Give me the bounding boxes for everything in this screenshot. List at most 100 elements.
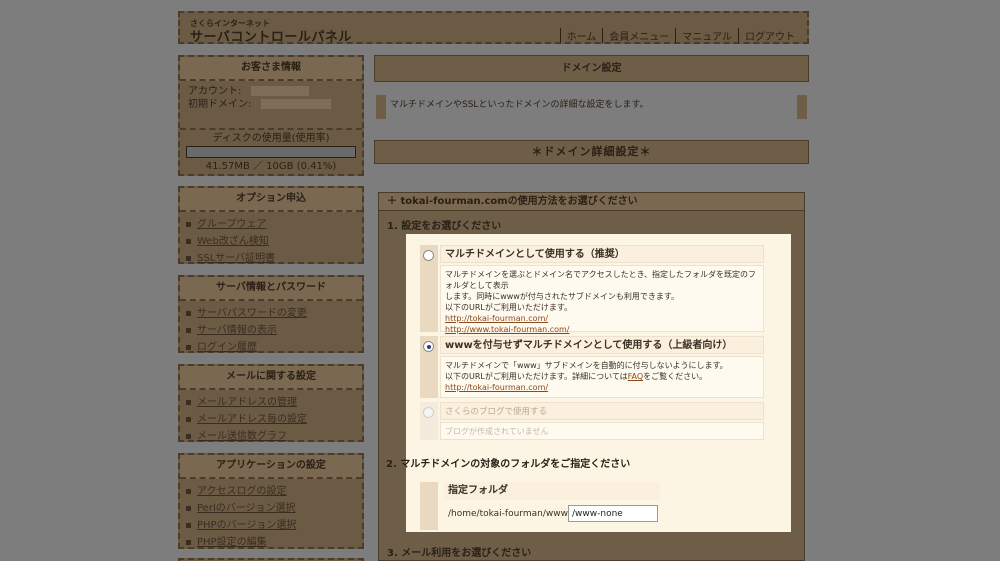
radio-no-www[interactable] [423,341,434,352]
faq-link[interactable]: FAQ [628,372,644,381]
bullet-icon [186,488,191,494]
account-details: アカウント: 初期ドメイン: [180,81,362,128]
sidebar-link-mail-settings[interactable]: メールアドレス毎の設定 [197,414,307,425]
header: さくらインターネット サーバコントロールパネル ホーム 会員メニュー マニュアル… [178,11,809,45]
bullet-icon [186,327,191,333]
sidebar-item[interactable]: メールアドレスの管理 [186,394,356,411]
sidebar-section-server: サーバ情報とパスワード サーバパスワードの変更 サーバ情報の表示 ログイン履歴 [178,275,364,353]
url-link[interactable]: http://www.tokai-fourman.com/ [445,325,570,334]
url-link[interactable]: http://tokai-fourman.com/ [445,383,548,392]
sidebar-link-login-history[interactable]: ログイン履歴 [197,342,257,353]
sidebar-link-password[interactable]: サーバパスワードの変更 [197,308,307,319]
sidebar-link-access-log[interactable]: アクセスログの設定 [197,486,287,497]
sidebar-link-php-version[interactable]: PHPのバージョン選択 [197,520,296,531]
sidebar-section-title: オプション申込 [180,188,362,212]
nav-logout[interactable]: ログアウト [738,28,801,43]
desc-left-tab [376,95,386,119]
nav-home[interactable]: ホーム [559,28,603,43]
bullet-icon [186,505,191,511]
folder-input[interactable] [568,505,658,522]
option-body: マルチドメインを選ぶとドメイン名でアクセスしたとき、指定したフォルダを既定のフォ… [440,265,764,334]
bullet-icon [186,399,191,405]
bullet-icon [186,255,191,261]
option-title: さくらのブログで使用する [440,402,764,420]
brand-logo[interactable]: サーバコントロールパネル [190,26,352,45]
option-title: wwwを付与せずマルチドメインとして使用する（上級者向け） [440,336,764,354]
option-line: をご覧ください。 [643,372,708,381]
sidebar-link-groupware[interactable]: グループウェア [197,219,266,230]
nav-manual[interactable]: マニュアル [675,28,738,43]
sidebar-item[interactable]: ログイン履歴 [186,339,356,356]
bullet-icon [186,433,191,439]
radio-blog [423,407,434,418]
highlight-region: マルチドメインとして使用する（推奨） マルチドメインを選ぶとドメイン名でアクセス… [386,234,791,532]
sidebar-link-perl[interactable]: Perlのバージョン選択 [197,503,296,514]
sidebar-item[interactable]: メール送信数グラフ [186,428,356,445]
sidebar-item[interactable]: SSLサーバ証明書 [186,250,356,267]
sidebar-section-title: アプリケーションの設定 [180,455,362,479]
section-title: ＊ドメイン詳細設定＊ [374,140,809,164]
option-line: 以下のURLがご利用いただけます。詳細については [445,372,628,381]
sidebar-section-title: サーバ情報とパスワード [180,277,362,301]
folder-rail [420,482,438,530]
sidebar-link-php-settings[interactable]: PHP設定の編集 [197,537,267,548]
account-info-title: お客さま情報 [180,57,362,81]
top-nav: ホーム 会員メニュー マニュアル ログアウト [559,28,801,43]
bullet-icon [186,416,191,422]
sidebar-item[interactable]: PHPのバージョン選択 [186,517,356,534]
sidebar-section-mail: メールに関する設定 メールアドレスの管理 メールアドレス毎の設定 メール送信数グ… [178,364,364,442]
disk-usage-text: 41.57MB ／ 10GB (0.41%) [205,161,337,172]
sidebar-item[interactable]: サーバ情報の表示 [186,322,356,339]
sidebar-item[interactable]: PHP設定の編集 [186,534,356,551]
sidebar-item[interactable]: メールアドレス毎の設定 [186,411,356,428]
page-title: ドメイン設定 [374,55,809,82]
control-panel-page: さくらインターネット サーバコントロールパネル ホーム 会員メニュー マニュアル… [0,0,1000,561]
redacted-domain [261,99,332,109]
step2-label: 2. マルチドメインの対象のフォルダをご指定ください [386,459,631,470]
option-title: マルチドメインとして使用する（推奨） [440,245,764,263]
sidebar-section-options: オプション申込 グループウェア Web改ざん検知 SSLサーバ証明書 [178,186,364,264]
sidebar-link-web-tamper[interactable]: Web改ざん検知 [197,236,269,247]
bullet-icon [186,238,191,244]
option-multidomain[interactable]: マルチドメインとして使用する（推奨） マルチドメインを選ぶとドメイン名でアクセス… [420,245,764,334]
radio-multidomain[interactable] [423,250,434,261]
option-line: マルチドメインで「www」サブドメインを自動的に付与しないようにします。 [445,361,728,370]
sidebar-link-ssl[interactable]: SSLサーバ証明書 [197,253,275,264]
bullet-icon [186,221,191,227]
disk-usage-title: ディスクの使用量(使用率) [180,128,362,144]
folder-selector: 指定フォルダ /home/tokai-fourman/www [420,482,660,530]
option-body: ブログが作成されていません [440,422,764,440]
option-multidomain-no-www[interactable]: wwwを付与せずマルチドメインとして使用する（上級者向け） マルチドメインで「w… [420,336,764,398]
redacted-account [251,86,310,96]
sidebar-item[interactable]: アクセスログの設定 [186,483,356,500]
bullet-icon [186,344,191,350]
page-description: マルチドメインやSSLといったドメインの詳細な設定をします。 [374,92,809,122]
url-link[interactable]: http://tokai-fourman.com/ [445,314,548,323]
option-line: します。同時にwwwが付与されたサブドメインも利用できます。 [445,292,680,301]
desc-right-tab [797,95,807,119]
account-label: アカウント: [188,86,242,97]
description-text: マルチドメインやSSLといったドメインの詳細な設定をします。 [390,100,649,110]
domain-label: 初期ドメイン: [188,99,252,110]
nav-member-menu[interactable]: 会員メニュー [602,28,675,43]
sidebar-item[interactable]: Web改ざん検知 [186,233,356,250]
step3-label: 3. メール利用をお選びください [387,548,532,559]
sidebar-link-mail-address[interactable]: メールアドレスの管理 [197,397,297,408]
sidebar-item[interactable]: Perlのバージョン選択 [186,500,356,517]
option-line: マルチドメインを選ぶとドメイン名でアクセスしたとき、指定したフォルダを既定のフォ… [445,270,757,290]
sidebar-section-title: メールに関する設定 [180,366,362,390]
folder-base-path: /home/tokai-fourman/www [448,509,568,519]
disk-usage-bar [186,146,356,158]
sidebar-section-apps: アプリケーションの設定 アクセスログの設定 Perlのバージョン選択 PHPのバ… [178,453,364,549]
sidebar-item[interactable]: サーバパスワードの変更 [186,305,356,322]
sidebar-link-mail-graph[interactable]: メール送信数グラフ [197,431,287,442]
bullet-icon [186,539,191,545]
panel-title: ＋ tokai-fourman.comの使用方法をお選びください [379,193,804,211]
option-line: 以下のURLがご利用いただけます。 [445,303,573,312]
sidebar-item[interactable]: グループウェア [186,216,356,233]
sidebar-link-server-info[interactable]: サーバ情報の表示 [197,325,277,336]
option-line: ブログが作成されていません [445,427,549,436]
bullet-icon [186,522,191,528]
account-info-box: お客さま情報 アカウント: 初期ドメイン: ディスクの使用量(使用率) 41.5… [178,55,364,176]
folder-label: 指定フォルダ [444,482,660,500]
